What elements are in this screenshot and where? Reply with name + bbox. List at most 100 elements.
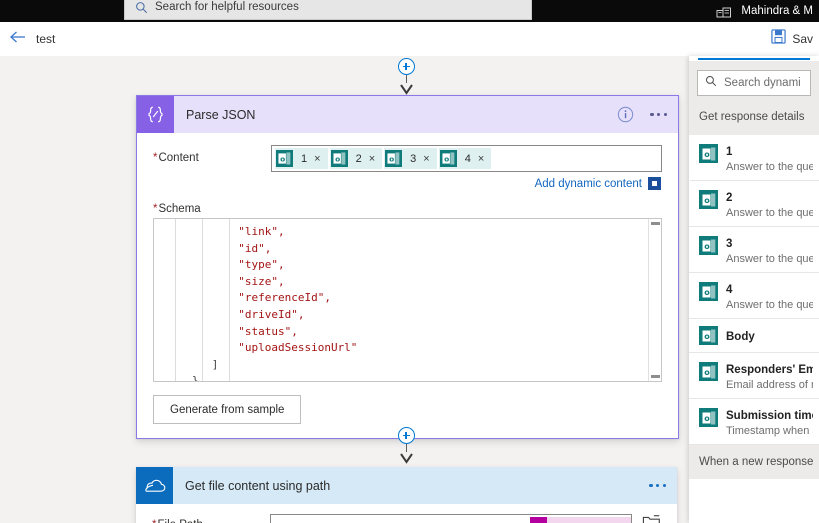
get-file-content-title: Get file content using path — [185, 478, 331, 493]
svg-text:o: o — [389, 154, 394, 163]
forms-token-icon: o — [699, 282, 718, 301]
list-item-name: Body — [726, 330, 755, 343]
svg-text:o: o — [444, 154, 449, 163]
svg-text:o: o — [704, 242, 710, 251]
list-item[interactable]: o 2 Answer to the que — [689, 181, 819, 227]
command-bar: test Sav — [0, 22, 819, 57]
schema-code-content[interactable]: "link", "id", "type", "size", "reference… — [172, 219, 648, 381]
add-dynamic-content-link[interactable]: Add dynamic content — [535, 178, 642, 190]
forms-token-icon: o — [385, 150, 403, 167]
list-item[interactable]: o Submission time Timestamp when a — [689, 399, 819, 445]
code-line: "referenceId", — [172, 291, 331, 305]
content-token[interactable]: o 2 × — [329, 148, 383, 169]
code-line: "status", — [172, 324, 298, 338]
file-path-field-row: *File Path — [152, 514, 661, 523]
list-item-text: 2 Answer to the que — [726, 188, 813, 219]
required-mark: * — [153, 152, 158, 164]
svg-text:o: o — [704, 414, 710, 423]
content-token-remove-icon[interactable]: × — [314, 153, 327, 165]
save-label: Sav — [792, 32, 813, 46]
flyout-tabstrip[interactable] — [689, 56, 819, 61]
expression-token[interactable] — [547, 516, 631, 523]
get-file-content-card-actions — [647, 467, 668, 504]
content-token[interactable]: o 1 × — [275, 148, 328, 169]
content-token-label: 2 — [355, 152, 362, 165]
content-token-remove-icon[interactable]: × — [369, 153, 382, 165]
dynamic-content-flyout: Search dynami Get response details o 1 A… — [689, 56, 819, 523]
dynamic-content-search-input[interactable]: Search dynami — [697, 70, 811, 96]
list-item[interactable]: o 3 Answer to the que — [689, 227, 819, 273]
parse-json-card-header[interactable]: Parse JSON — [137, 96, 678, 133]
list-item-name: Submission time — [726, 410, 813, 422]
list-item-description: Email address of r — [726, 379, 813, 391]
content-token-remove-icon[interactable]: × — [423, 153, 436, 165]
folder-picker-icon[interactable] — [642, 514, 661, 523]
list-item-text: Body — [726, 327, 755, 345]
save-button[interactable]: Sav — [761, 22, 819, 56]
svg-text:o: o — [280, 154, 285, 163]
list-item-description: Answer to the que — [726, 161, 813, 173]
parse-json-card-actions — [617, 96, 669, 133]
content-token-label: 3 — [410, 152, 417, 165]
parse-json-card[interactable]: Parse JSON *Content o 1 × o 2 × o 3 × o … — [136, 95, 679, 439]
forms-token-icon: o — [439, 150, 457, 167]
more-options-icon[interactable] — [648, 109, 669, 120]
add-step-plus-icon[interactable] — [397, 58, 415, 75]
tenant-indicator[interactable]: Mahindra & M — [716, 0, 817, 22]
list-item[interactable]: o 1 Answer to the que — [689, 135, 819, 181]
dynamic-content-icon[interactable] — [648, 177, 661, 190]
generate-from-sample-button[interactable]: Generate from sample — [153, 395, 302, 424]
list-item-name: 2 — [726, 192, 733, 204]
info-circle-icon[interactable] — [617, 106, 634, 123]
parse-json-card-body: *Content o 1 × o 2 × o 3 × o 4 × Add dyn… — [137, 133, 678, 438]
list-item-name: 3 — [726, 238, 733, 250]
add-step-plus-icon[interactable] — [397, 427, 415, 444]
content-token-label: 1 — [301, 152, 308, 165]
list-item[interactable]: o Body — [689, 319, 819, 353]
back-arrow-icon — [9, 30, 26, 49]
scroll-down-icon[interactable] — [650, 375, 660, 378]
more-options-icon[interactable] — [647, 480, 668, 491]
svg-text:o: o — [704, 196, 710, 205]
onedrive-cloud-icon — [136, 467, 173, 504]
connector-above-parse-json — [392, 58, 420, 100]
list-item-text: 3 Answer to the que — [726, 234, 813, 265]
code-line: "driveId", — [172, 307, 305, 321]
top-app-bar: Search for helpful resources Mahindra & … — [0, 0, 819, 22]
code-line: "size", — [172, 274, 285, 288]
get-file-content-card[interactable]: Get file content using path *File Path — [136, 467, 677, 523]
back-button[interactable] — [0, 22, 34, 56]
list-item-name: 1 — [726, 146, 733, 158]
scroll-up-icon[interactable] — [650, 222, 660, 225]
list-item-description: Answer to the que — [726, 207, 813, 219]
code-line: "link", — [172, 225, 285, 238]
list-item-name: Responders' Emai — [726, 364, 813, 376]
content-token[interactable]: o 3 × — [384, 148, 437, 169]
required-mark: * — [152, 519, 156, 523]
schema-code-editor[interactable]: "link", "id", "type", "size", "reference… — [153, 218, 662, 382]
flyout-search-section: Search dynami — [689, 61, 819, 105]
list-item-name: 4 — [726, 284, 733, 296]
tenant-name: Mahindra & M — [741, 5, 813, 17]
list-item[interactable]: o 4 Answer to the que — [689, 273, 819, 319]
global-search-placeholder: Search for helpful resources — [155, 1, 299, 13]
content-field-label: *Content — [153, 152, 199, 164]
schema-scrollbar[interactable] — [648, 219, 661, 381]
content-token[interactable]: o 4 × — [438, 148, 492, 169]
flyout-pointer — [689, 156, 690, 194]
content-token-label: 4 — [464, 152, 471, 165]
content-token-remove-icon[interactable]: × — [478, 153, 491, 165]
file-path-input[interactable] — [270, 514, 632, 523]
flyout-footer-group[interactable]: When a new response — [689, 445, 819, 479]
required-mark: * — [153, 203, 158, 215]
parse-json-braces-icon — [137, 96, 174, 133]
add-dynamic-content-row: Add dynamic content — [153, 177, 662, 190]
forms-token-icon: o — [699, 326, 718, 345]
global-search-box[interactable]: Search for helpful resources — [124, 0, 532, 20]
file-path-label: *File Path — [152, 514, 270, 523]
get-file-content-card-header[interactable]: Get file content using path — [136, 467, 677, 504]
content-input[interactable]: o 1 × o 2 × o 3 × o 4 × — [271, 145, 662, 172]
get-file-content-card-body: *File Path — [136, 504, 677, 523]
list-item-description: Timestamp when a — [726, 425, 813, 437]
list-item[interactable]: o Responders' Emai Email address of r — [689, 353, 819, 399]
